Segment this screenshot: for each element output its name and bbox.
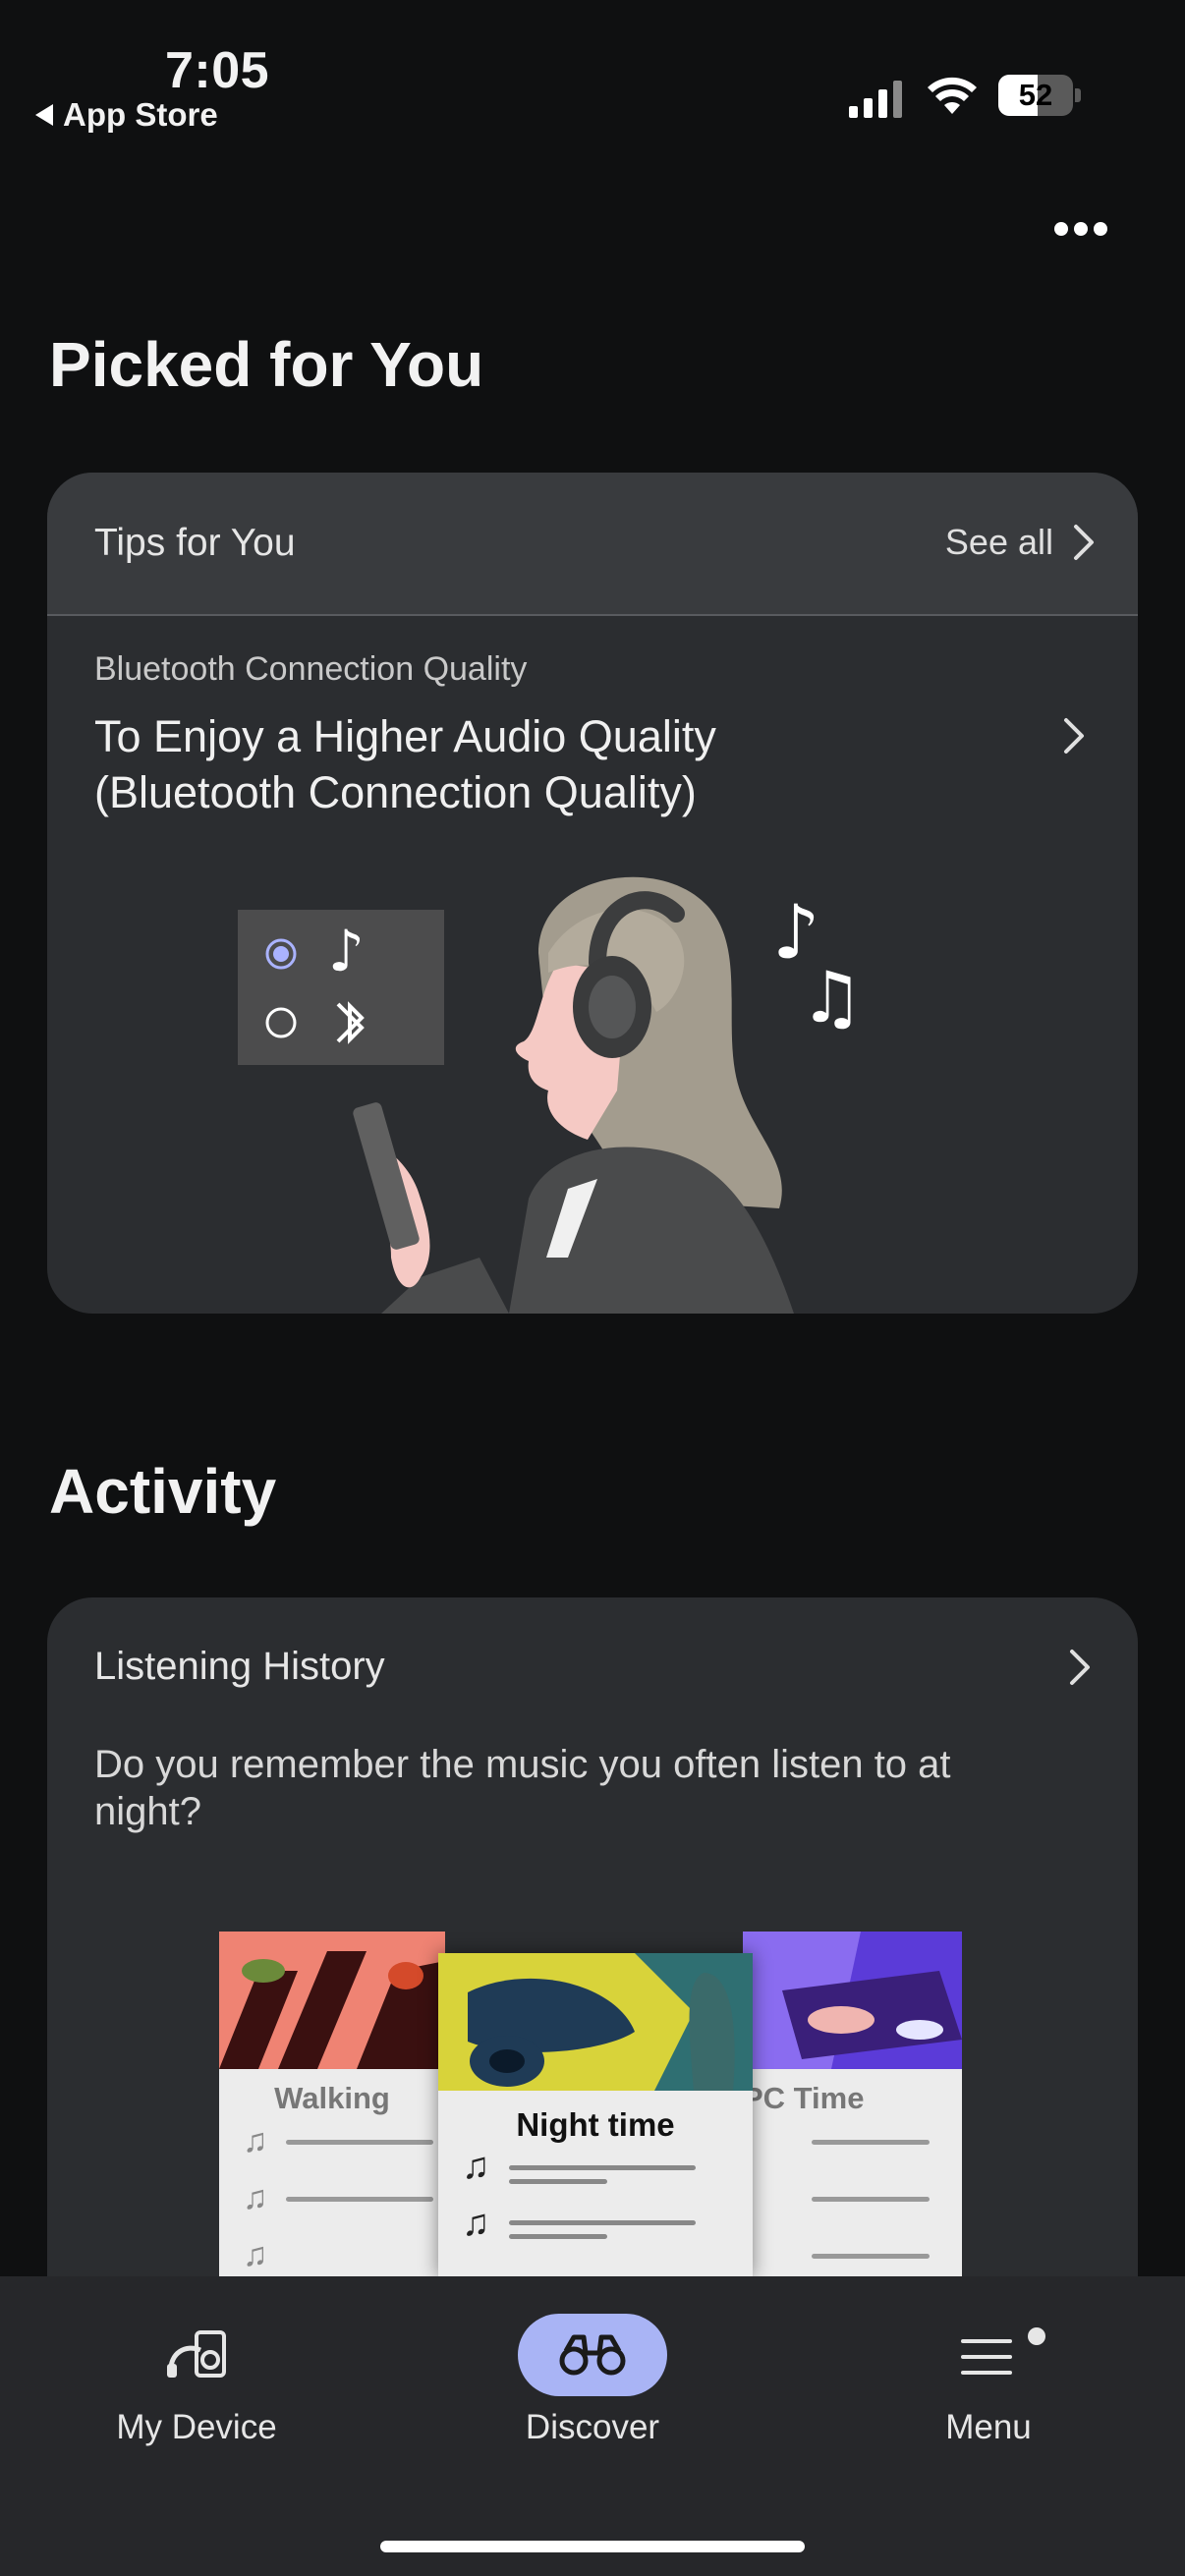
listening-history-title: Listening History — [94, 1645, 385, 1688]
playlist-card-pc-time[interactable]: PC Time — [743, 1932, 962, 2277]
woman-with-headphones-illustration: ♪ ♪ ♫ — [238, 876, 864, 1314]
pc-time-artwork — [743, 1932, 962, 2069]
music-note-icon: ♫ — [462, 2203, 490, 2244]
activity-heading: Activity — [49, 1456, 277, 1527]
playlist-card-night-time[interactable]: Night time ♫ ♫ — [438, 1953, 753, 2277]
track-line — [509, 2165, 696, 2170]
nav-item-my-device[interactable]: My Device — [0, 2276, 393, 2473]
track-line — [286, 2197, 433, 2202]
tips-card-header: Tips for You See all — [47, 473, 1138, 616]
tip-category: Bluetooth Connection Quality — [94, 650, 528, 688]
track-line — [812, 2254, 930, 2259]
listening-history-text: Do you remember the music you often list… — [94, 1743, 951, 1833]
track-line — [509, 2179, 607, 2184]
nav-item-discover[interactable]: Discover — [396, 2276, 789, 2473]
tip-title-line1: To Enjoy a Higher Audio Quality — [94, 711, 716, 761]
tip-title[interactable]: To Enjoy a Higher Audio Quality (Bluetoo… — [94, 708, 979, 820]
battery-indicator: 52 — [998, 75, 1083, 116]
night-time-artwork — [438, 1953, 753, 2091]
music-note-icon: ♫ — [462, 2146, 490, 2187]
tip-title-line2: (Bluetooth Connection Quality) — [94, 767, 697, 817]
track-line — [812, 2197, 930, 2202]
back-triangle-icon — [35, 104, 53, 126]
binoculars-icon — [559, 2334, 626, 2376]
listening-history-chevron-right-icon[interactable] — [1069, 1649, 1091, 1686]
playlist-label-pc-time: PC Time — [743, 2081, 865, 2115]
battery-level: 52 — [1018, 78, 1053, 112]
see-all-button[interactable]: See all — [945, 522, 1095, 563]
headphones-speaker-icon — [167, 2330, 226, 2378]
picked-for-you-heading: Picked for You — [49, 329, 484, 400]
bottom-navigation: My Device Discover Menu — [0, 2276, 1185, 2576]
track-line — [812, 2140, 930, 2145]
nav-label-my-device: My Device — [116, 2408, 277, 2446]
see-all-label: See all — [944, 522, 1053, 562]
ellipsis-icon[interactable] — [1053, 219, 1108, 239]
menu-notification-dot — [1028, 2327, 1045, 2345]
status-time: 7:05 — [165, 42, 270, 99]
playlist-label-walking: Walking — [274, 2081, 390, 2115]
music-note-icon: ♫ — [243, 2122, 268, 2159]
nav-label-menu: Menu — [945, 2408, 1032, 2446]
track-line — [286, 2140, 433, 2145]
back-to-app-store[interactable]: App Store — [35, 96, 218, 134]
playlist-card-walking[interactable]: Walking — [219, 1932, 445, 2277]
cellular-signal-icon — [849, 81, 902, 118]
music-note-icon: ♫ — [243, 2179, 268, 2216]
nav-label-discover: Discover — [525, 2408, 660, 2446]
music-note-icon: ♫ — [243, 2236, 268, 2273]
chevron-right-icon — [1074, 525, 1094, 560]
home-indicator[interactable] — [380, 2541, 805, 2552]
track-line — [509, 2234, 607, 2239]
hamburger-menu-icon — [961, 2339, 1012, 2375]
track-line — [509, 2220, 696, 2225]
svg-text:♪: ♪ — [328, 918, 365, 984]
wifi-icon — [928, 77, 977, 114]
back-label: App Store — [63, 96, 218, 133]
tips-card-title: Tips for You — [94, 522, 296, 564]
walking-artwork — [219, 1932, 445, 2069]
tip-chevron-right-icon[interactable] — [1063, 717, 1085, 755]
nav-item-menu[interactable]: Menu — [792, 2276, 1185, 2473]
svg-text:♫: ♫ — [800, 956, 864, 1038]
playlist-label-night-time: Night time — [516, 2106, 675, 2143]
